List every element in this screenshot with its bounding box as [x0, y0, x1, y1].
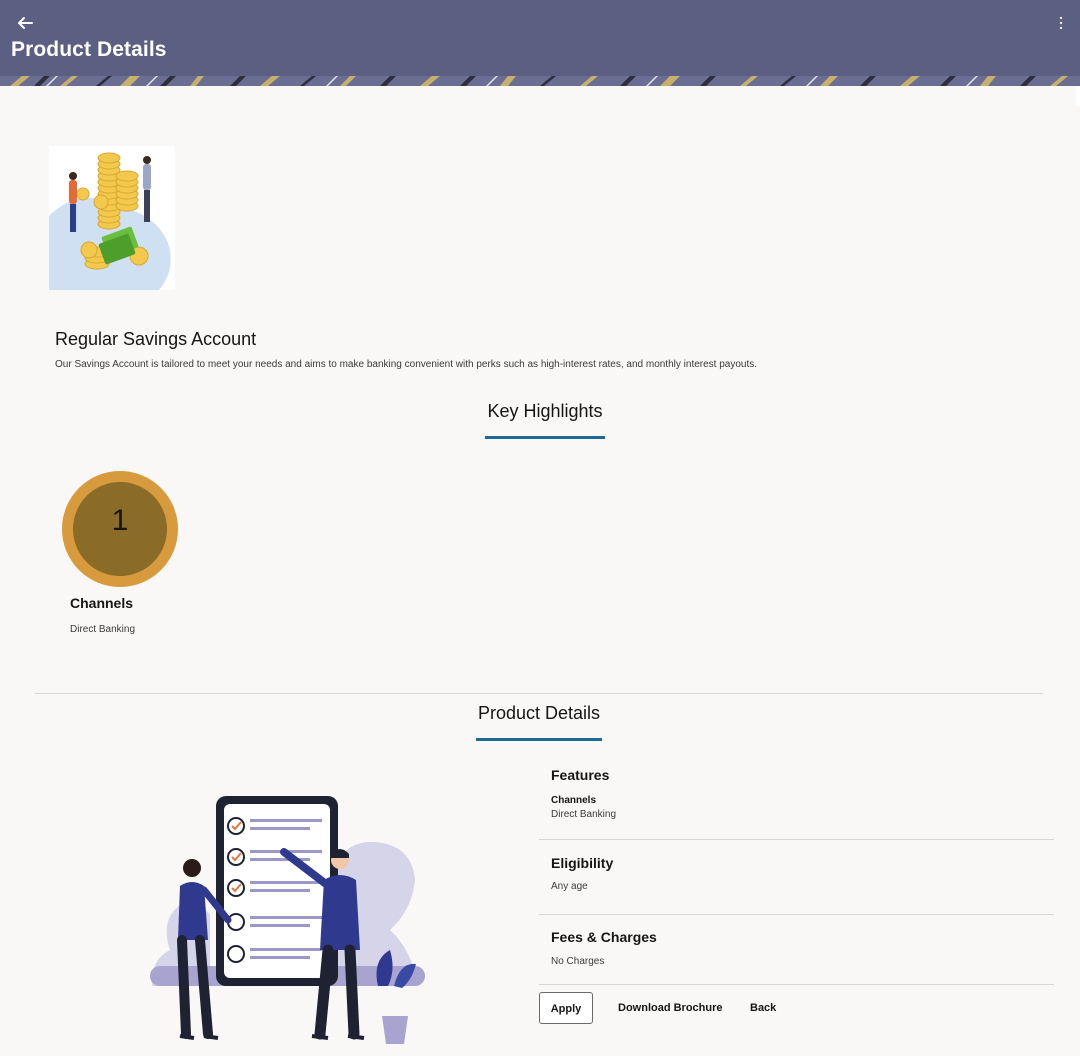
features-title: Features — [551, 767, 610, 783]
key-highlights-heading: Key Highlights — [487, 401, 603, 421]
key-highlights-underline — [485, 436, 605, 439]
header-pattern — [0, 76, 1080, 86]
scrollbar[interactable] — [1076, 86, 1080, 106]
download-brochure-button[interactable]: Download Brochure — [618, 992, 723, 1024]
features-value: Direct Banking — [551, 809, 617, 820]
back-arrow-icon[interactable] — [14, 12, 36, 34]
highlight-badge: 1 — [62, 471, 178, 587]
account-description: Our Savings Account is tailored to meet … — [55, 359, 758, 370]
eligibility-title: Eligibility — [551, 855, 614, 871]
product-details-underline — [476, 738, 602, 741]
apply-button[interactable]: Apply — [539, 992, 593, 1024]
app-header: Product Details — [0, 0, 1080, 86]
fees-title: Fees & Charges — [551, 929, 657, 945]
fees-value: No Charges — [551, 956, 605, 967]
eligibility-section: Eligibility Any age — [539, 840, 1054, 915]
back-button[interactable]: Back — [750, 992, 776, 1024]
features-subtitle: Channels — [551, 795, 597, 806]
savings-coins-illustration — [49, 146, 175, 290]
features-section: Features Channels Direct Banking — [539, 760, 1054, 840]
eligibility-value: Any age — [551, 881, 588, 892]
kebab-menu-icon[interactable] — [1056, 14, 1066, 32]
fees-section: Fees & Charges No Charges — [539, 915, 1054, 985]
section-divider — [35, 693, 1043, 694]
product-details-list: Features Channels Direct Banking Eligibi… — [539, 760, 1054, 985]
account-name: Regular Savings Account — [55, 329, 257, 349]
page-title: Product Details — [11, 38, 167, 61]
highlight-title: Channels — [70, 595, 134, 611]
highlight-value: Direct Banking — [70, 624, 136, 635]
product-details-heading: Product Details — [477, 703, 601, 723]
highlight-number: 1 — [111, 504, 129, 537]
highlight-badge-inner: 1 — [73, 482, 167, 576]
checklist-illustration — [150, 796, 425, 1044]
